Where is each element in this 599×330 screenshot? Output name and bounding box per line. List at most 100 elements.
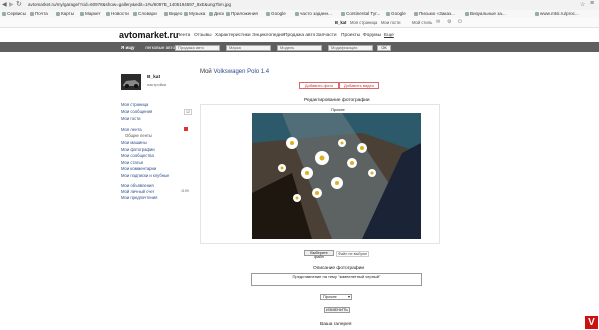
car-link[interactable]: Volkswagen Polo 1.4	[213, 69, 269, 75]
back-icon[interactable]: ◀	[2, 1, 7, 8]
sidebar-item[interactable]: Мои машины	[121, 140, 147, 145]
photo-caption: Прочее	[331, 107, 345, 112]
bookmark-item[interactable]: Музыка	[184, 11, 205, 17]
title-prefix: Мой	[200, 69, 212, 75]
top-link[interactable]: Мой стиль	[412, 20, 432, 25]
sidebar-item[interactable]: Мои комментарии	[121, 166, 156, 171]
bookmark-item[interactable]: Google	[266, 11, 286, 17]
nav-item[interactable]: Лента	[177, 33, 190, 38]
bookmark-icon	[106, 11, 110, 16]
sidebar-item[interactable]: Мои подписки и клубные	[121, 173, 169, 178]
photo-image	[252, 113, 421, 239]
nav-item[interactable]: Продажа авто	[284, 33, 315, 38]
reload-icon[interactable]: ↻	[16, 0, 22, 8]
sidebar-item[interactable]: Мои статьи	[121, 160, 143, 165]
bookmark-icon	[295, 11, 299, 16]
sidebar-item[interactable]: Мой личный счет	[121, 189, 155, 194]
bookmark-item[interactable]: Словари	[133, 11, 157, 17]
bookmark-item[interactable]: Визуальные за...	[465, 11, 506, 17]
bookmark-item[interactable]: Continental Tyr...	[341, 11, 380, 17]
top-link[interactable]: Моя страница	[350, 20, 377, 25]
search-category[interactable]: легковые авто	[145, 45, 175, 50]
top-link[interactable]: Мои гости	[381, 20, 400, 25]
sidebar-item[interactable]: Мои объявления	[121, 183, 154, 188]
modification-select[interactable]: Модификация	[328, 45, 373, 51]
apps-icon	[2, 11, 6, 16]
bookmark-item[interactable]: Карты	[56, 11, 74, 17]
notification-badge	[184, 127, 188, 131]
search-ok-button[interactable]: ОК	[377, 45, 391, 51]
bookmark-item[interactable]: Маркет	[80, 11, 101, 17]
url-text[interactable]: avtomarket.ru/my/garage/?cid=60978&show=…	[28, 2, 231, 7]
bookmark-icon	[209, 11, 213, 16]
bookmark-item[interactable]: часто заданн...	[295, 11, 332, 17]
nav-item[interactable]: Проекты	[341, 33, 360, 38]
model-select[interactable]: Модель	[277, 45, 322, 51]
star-icon[interactable]: ☆	[580, 1, 585, 8]
car-avatar-image	[121, 74, 141, 90]
bookmark-item[interactable]: Диск	[209, 11, 224, 17]
bookmark-item[interactable]: Приложения	[226, 11, 258, 17]
corner-logo: V	[585, 316, 598, 329]
settings-icon[interactable]: ⚙	[447, 19, 451, 25]
bookmark-icon	[414, 11, 418, 16]
description-textarea[interactable]: Представление на тему "зимнелетный черны…	[251, 273, 422, 286]
avatar[interactable]	[121, 74, 141, 90]
sidebar-item[interactable]: Мои сообщества	[121, 153, 154, 158]
nav-item[interactable]: Характеристики	[215, 33, 251, 38]
choose-file-button[interactable]: Выберите файл	[304, 250, 334, 259]
bookmark-icon	[80, 11, 84, 16]
category-value: Прочее	[323, 294, 337, 299]
make-select[interactable]: Марка	[226, 45, 271, 51]
nav-item[interactable]: Энциклопедия	[252, 33, 284, 38]
sidebar-item[interactable]: Мои гости	[121, 116, 140, 121]
bookmark-item[interactable]: Новости	[106, 11, 129, 17]
sidebar-item[interactable]: Моя лента	[121, 127, 142, 132]
bookmark-item[interactable]: Google	[386, 11, 406, 17]
page-title: Мой Volkswagen Polo 1.4	[200, 69, 269, 75]
bookmark-item[interactable]: Почта	[30, 11, 48, 17]
power-icon[interactable]: ⏻	[458, 19, 462, 25]
chevron-down-icon: ▾	[347, 294, 350, 299]
sidebar-item[interactable]: Общие ленты	[125, 133, 152, 138]
sidebar-username[interactable]: B_kat	[147, 75, 160, 80]
bookmark-icon	[535, 11, 539, 16]
count-badge: 1199	[181, 189, 189, 193]
sidebar-item[interactable]: Моя страница	[121, 102, 148, 107]
bookmark-item[interactable]: www.mtsi.ru/proc...	[535, 11, 579, 17]
bookmark-icon	[30, 11, 34, 16]
type-select[interactable]: Продажа авто	[175, 45, 220, 51]
bookmark-icon	[164, 11, 168, 16]
category-select[interactable]: Прочее ▾	[320, 294, 352, 300]
save-button[interactable]: ИЗМЕНИТЬ	[324, 307, 350, 313]
menu-icon[interactable]: ≡	[590, 0, 594, 7]
nav-item[interactable]: Отзывы	[194, 33, 212, 38]
mail-icon[interactable]: ✉	[436, 19, 440, 25]
gallery-heading: Ваша галерея	[320, 322, 352, 327]
sidebar-item[interactable]: Мои фотографии	[121, 147, 155, 152]
bookmark-item[interactable]: Письмо «Заказ...	[414, 11, 455, 17]
file-status: Файл не выбран	[336, 251, 369, 257]
sidebar-item[interactable]: Мои предпочтения	[121, 195, 157, 200]
user-link[interactable]: B_kat	[335, 20, 346, 25]
bookmark-icon	[341, 11, 345, 16]
add-video-button[interactable]: Добавить видео	[339, 82, 379, 89]
nav-item[interactable]: Запчасти	[316, 33, 337, 38]
bookmark-item[interactable]: Сервисы	[2, 11, 26, 17]
nav-item[interactable]: Форумы	[363, 33, 381, 38]
forward-icon[interactable]: ▶	[9, 1, 14, 8]
description-label: Описание фотографии	[313, 266, 365, 271]
edit-heading: Редактирование фотографии	[304, 98, 370, 103]
edited-photo[interactable]	[252, 113, 421, 239]
add-photo-button[interactable]: Добавить фото	[299, 82, 339, 89]
search-label: Я ищу	[121, 45, 135, 50]
bookmark-icon	[133, 11, 137, 16]
nav-item[interactable]: Еще	[384, 33, 394, 38]
sidebar-item[interactable]: Мои сообщения	[121, 109, 152, 114]
site-logo[interactable]: avtomarket.ru	[119, 30, 179, 40]
bookmark-icon	[56, 11, 60, 16]
sidebar-settings-link[interactable]: настройки	[147, 82, 166, 87]
bookmark-item[interactable]: Видео	[164, 11, 182, 17]
site-user-strip: B_kat Моя страница Мои гости Мой стиль ✉…	[0, 18, 599, 28]
bookmark-icon	[266, 11, 270, 16]
